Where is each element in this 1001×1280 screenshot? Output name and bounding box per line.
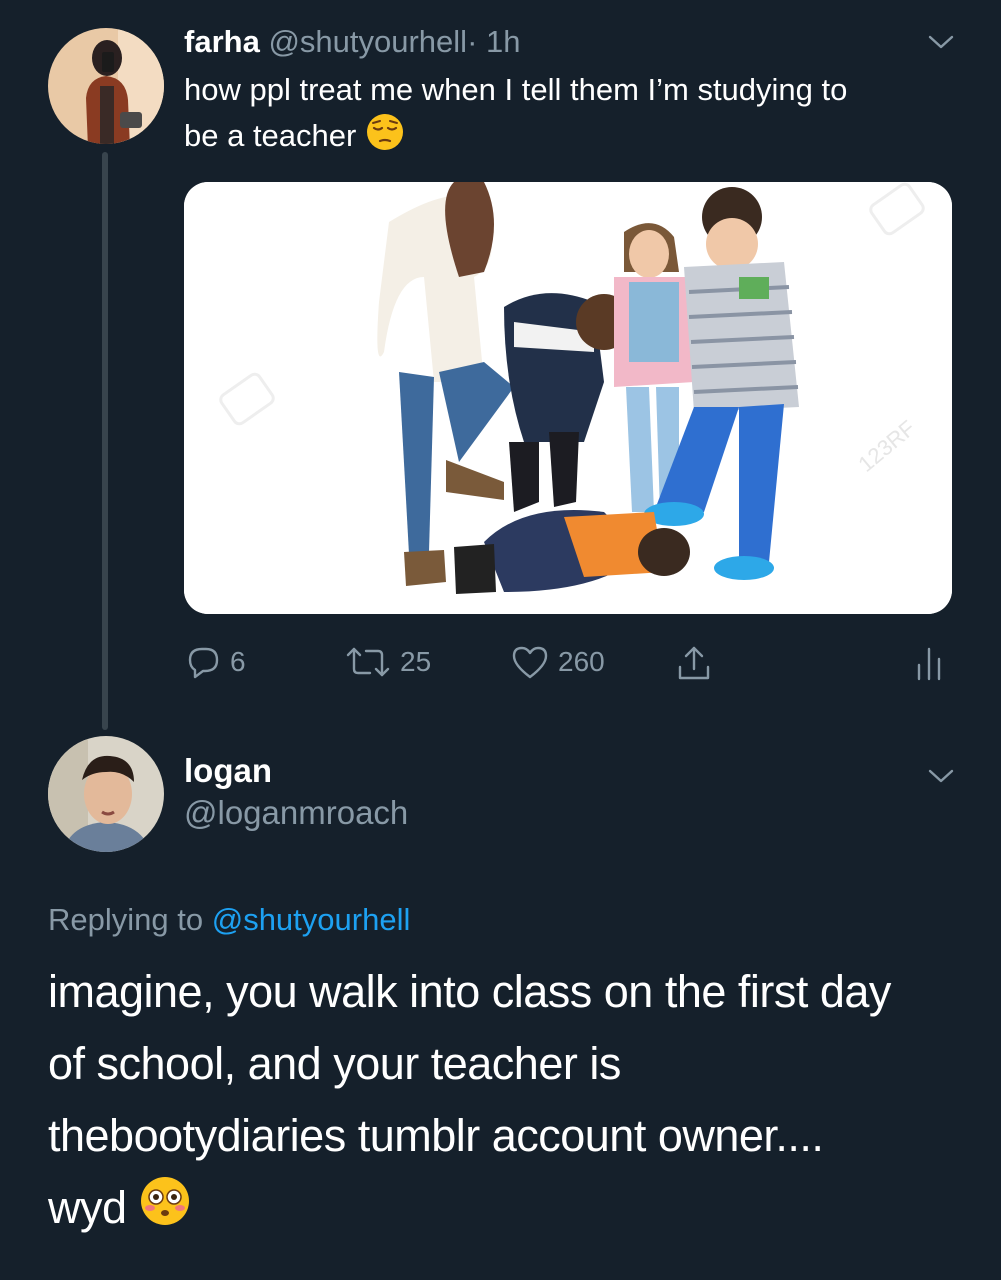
tweet-timestamp[interactable]: 1h	[486, 24, 520, 59]
replying-to: Replying to @shutyourhell	[48, 900, 410, 940]
tweet-menu-chevron-icon[interactable]	[928, 34, 954, 55]
reply-bubble-icon	[188, 647, 219, 679]
replying-to-label: Replying to	[48, 902, 204, 937]
share-icon	[678, 646, 710, 680]
retweet-action[interactable]: 25	[344, 643, 431, 681]
reply-display-name[interactable]: logan	[184, 750, 408, 792]
analytics-action[interactable]	[914, 645, 944, 681]
farha-avatar[interactable]	[48, 28, 164, 144]
reply-action[interactable]: 6	[184, 643, 246, 681]
logan-avatar[interactable]	[48, 736, 164, 852]
tweet-text-line-1: how ppl treat me when I tell them I’m st…	[184, 72, 848, 107]
reply-text-line-2: of school, and your teacher is	[48, 1038, 621, 1089]
like-count: 260	[558, 646, 605, 677]
reply-text-line-4: wyd	[48, 1182, 127, 1233]
heart-icon	[512, 646, 548, 679]
reply-menu-chevron-icon[interactable]	[928, 768, 954, 789]
reply-handle[interactable]: @loganmroach	[184, 792, 408, 834]
retweet-count: 25	[400, 646, 432, 677]
retweet-icon	[346, 647, 390, 677]
reply-author: logan @loganmroach	[184, 750, 408, 834]
tweet-display-name[interactable]: farha	[184, 24, 260, 59]
tweet-text-line-2: be a teacher	[184, 118, 357, 154]
replying-to-handle[interactable]: @shutyourhell	[212, 902, 411, 937]
tweet-text: how ppl treat me when I tell them I’m st…	[184, 68, 964, 164]
kids-bullying-photo-icon: 123RF	[184, 182, 952, 614]
pensive-face-emoji-icon	[365, 112, 405, 164]
reply-text-line-4-wrap: wyd	[48, 1172, 988, 1248]
reply-count: 6	[230, 646, 246, 677]
share-action[interactable]	[674, 643, 714, 683]
reply-text-line-3: thebootydiaries tumblr account owner....	[48, 1110, 824, 1161]
thread-line	[102, 152, 108, 730]
tweet-handle[interactable]: @shutyourhell	[268, 24, 467, 59]
reply-text-line-1: imagine, you walk into class on the firs…	[48, 966, 891, 1017]
tweet-text-line-2-wrap: be a teacher	[184, 112, 964, 164]
reply-text: imagine, you walk into class on the firs…	[48, 956, 988, 1248]
flushed-face-emoji-icon	[139, 1175, 191, 1248]
tweet-header: farha @shutyourhell· 1h	[184, 22, 521, 62]
analytics-bars-icon	[917, 647, 941, 681]
tweet-media-image[interactable]: 123RF	[184, 182, 952, 614]
tweet-separator: ·	[467, 24, 478, 59]
like-action[interactable]: 260	[510, 643, 605, 681]
